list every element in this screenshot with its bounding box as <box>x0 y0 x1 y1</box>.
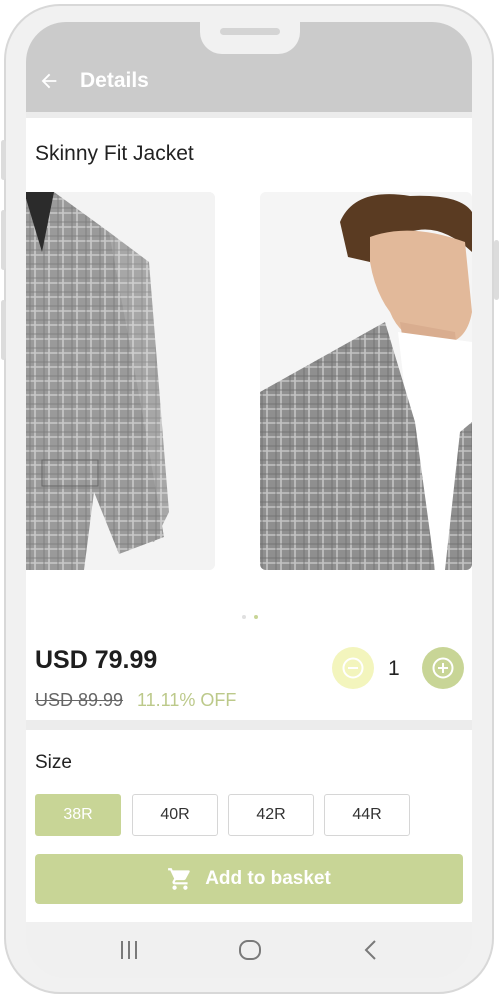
product-price: USD 79.99 <box>35 646 158 674</box>
page-title: Details <box>80 69 149 92</box>
product-image-carousel[interactable] <box>26 192 472 570</box>
product-card: Skinny Fit Jacket USD 79.99 USD 89.99 11… <box>26 118 472 720</box>
notch <box>200 22 300 54</box>
size-option-42r[interactable]: 42R <box>228 794 314 836</box>
original-price: USD 89.99 <box>35 690 124 710</box>
size-label: Size <box>35 752 72 773</box>
size-section: Size 38R 40R 42R 44R Add to basket <box>26 730 472 922</box>
arrow-left-icon[interactable] <box>38 70 60 92</box>
details-content: Skinny Fit Jacket USD 79.99 USD 89.99 11… <box>26 112 472 922</box>
product-image-2[interactable] <box>260 192 472 570</box>
home-icon[interactable] <box>238 938 262 962</box>
volume-button <box>1 140 6 180</box>
product-title: Skinny Fit Jacket <box>35 142 194 165</box>
discount-label: 11.11% OFF <box>137 690 237 710</box>
side-button <box>1 300 6 360</box>
quantity-value: 1 <box>388 657 400 680</box>
decrease-quantity-button[interactable] <box>332 647 374 689</box>
right-side-button <box>494 240 499 300</box>
phone-screen: Details Skinny Fit Jacket USD 79.99 USD … <box>26 22 472 978</box>
carousel-dot-2[interactable] <box>254 615 259 619</box>
power-button <box>1 210 6 270</box>
cart-icon <box>168 868 190 890</box>
plus-circle-icon <box>432 657 454 679</box>
size-option-40r[interactable]: 40R <box>132 794 218 836</box>
size-option-38r[interactable]: 38R <box>35 794 121 836</box>
increase-quantity-button[interactable] <box>422 647 464 689</box>
carousel-dot-1[interactable] <box>242 615 246 619</box>
add-to-basket-label: Add to basket <box>205 868 331 889</box>
carousel-indicator <box>242 606 262 624</box>
product-image-1[interactable] <box>26 192 215 570</box>
speaker <box>220 28 280 35</box>
minus-circle-icon <box>342 657 364 679</box>
add-to-basket-button[interactable]: Add to basket <box>35 854 463 904</box>
size-option-44r[interactable]: 44R <box>324 794 410 836</box>
recent-apps-icon[interactable] <box>118 938 140 962</box>
back-icon[interactable] <box>360 938 382 962</box>
system-navigation-bar <box>26 924 472 978</box>
